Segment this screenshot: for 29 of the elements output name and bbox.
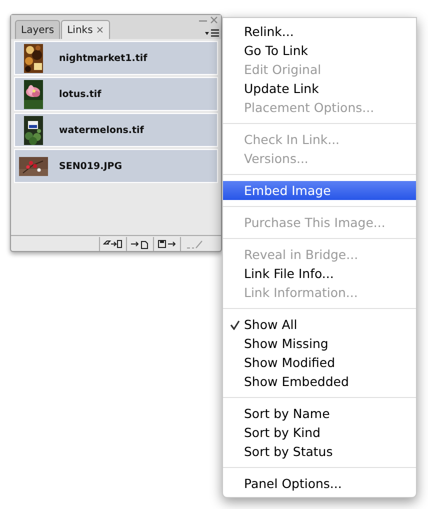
menu-item[interactable]: Show Missing	[223, 334, 416, 353]
arrow-page-icon	[130, 239, 150, 249]
panel-tab[interactable]: Links ×	[61, 20, 110, 39]
menu-item[interactable]: Link File Info...	[223, 264, 416, 283]
link-row[interactable]: SEN019.JPG	[14, 149, 218, 183]
file-name: watermelons.tif	[59, 124, 144, 136]
menu-item[interactable]: Sort by Name	[223, 404, 416, 423]
link-row[interactable]: nightmarket1.tif	[14, 41, 218, 75]
pencil-icon	[184, 239, 204, 249]
disk-arrow-icon	[157, 239, 177, 249]
link-row[interactable]: lotus.tif	[14, 77, 218, 111]
menu-item[interactable]: Sort by Status	[223, 442, 416, 461]
menu-item[interactable]: Show All	[223, 315, 416, 334]
menu-item[interactable]: Go To Link	[223, 41, 416, 60]
menu-item[interactable]: Relink...	[223, 22, 416, 41]
file-name: lotus.tif	[59, 88, 102, 100]
link-row[interactable]: watermelons.tif	[14, 113, 218, 147]
menu-item[interactable]: Show Embedded	[223, 372, 416, 391]
menu-item[interactable]: Show Modified	[223, 353, 416, 372]
panel-tab[interactable]: Layers	[15, 20, 60, 39]
menu-item[interactable]: Update Link	[223, 79, 416, 98]
file-name: SEN019.JPG	[59, 160, 122, 172]
menu-item[interactable]: Sort by Kind	[223, 423, 416, 442]
close-icon[interactable]	[210, 16, 218, 24]
chain-arrow-page-icon	[103, 239, 123, 249]
file-name: nightmarket1.tif	[59, 52, 148, 64]
menu-item[interactable]: Panel Options...	[223, 474, 416, 493]
menu-icon[interactable]	[205, 29, 219, 38]
menu-item[interactable]: Embed Image	[223, 181, 416, 200]
